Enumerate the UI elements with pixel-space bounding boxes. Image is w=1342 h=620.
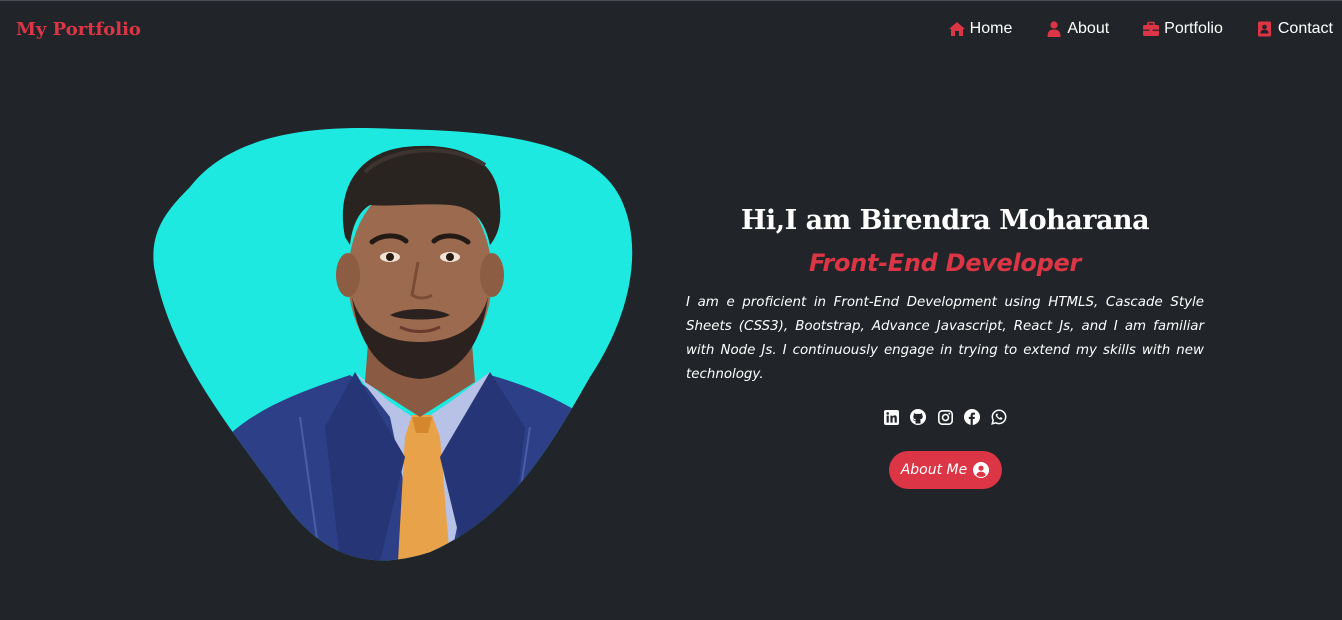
user-circle-icon <box>973 462 990 478</box>
nav-links: Home About Portfolio Contact <box>915 20 1333 38</box>
nav-about-label: About <box>1067 20 1110 37</box>
nav-home-label: Home <box>969 20 1013 37</box>
nav-contact-label: Contact <box>1277 20 1333 37</box>
nav-portfolio[interactable]: Portfolio <box>1142 20 1223 38</box>
linkedin-icon[interactable] <box>883 409 899 425</box>
briefcase-icon <box>1142 21 1160 37</box>
hero-title: Hi,I am Birendra Moharana <box>740 205 1150 236</box>
hero-description: I am e proficient in Front-End Developme… <box>686 295 1204 382</box>
social-links <box>686 409 1204 425</box>
nav-home[interactable]: Home <box>948 20 1013 38</box>
navbar: My Portfolio Home About Portfolio Contac… <box>0 1 1342 59</box>
whatsapp-icon[interactable] <box>991 409 1007 425</box>
about-me-label: About Me <box>900 462 968 478</box>
hero-role: Front-End Developer <box>808 249 1082 277</box>
user-icon <box>1045 21 1063 37</box>
about-me-button[interactable]: About Me <box>888 451 1002 489</box>
nav-portfolio-label: Portfolio <box>1164 20 1223 37</box>
profile-photo <box>153 128 633 561</box>
nav-contact[interactable]: Contact <box>1256 20 1333 38</box>
github-icon[interactable] <box>910 409 926 425</box>
address-book-icon <box>1256 21 1274 37</box>
home-icon <box>948 21 966 37</box>
nav-about[interactable]: About <box>1045 20 1109 38</box>
hero-section: Hi,I am Birendra Moharana Front-End Deve… <box>686 199 1204 489</box>
facebook-icon[interactable] <box>964 409 980 425</box>
instagram-icon[interactable] <box>937 409 953 425</box>
brand-logo[interactable]: My Portfolio <box>16 19 141 40</box>
